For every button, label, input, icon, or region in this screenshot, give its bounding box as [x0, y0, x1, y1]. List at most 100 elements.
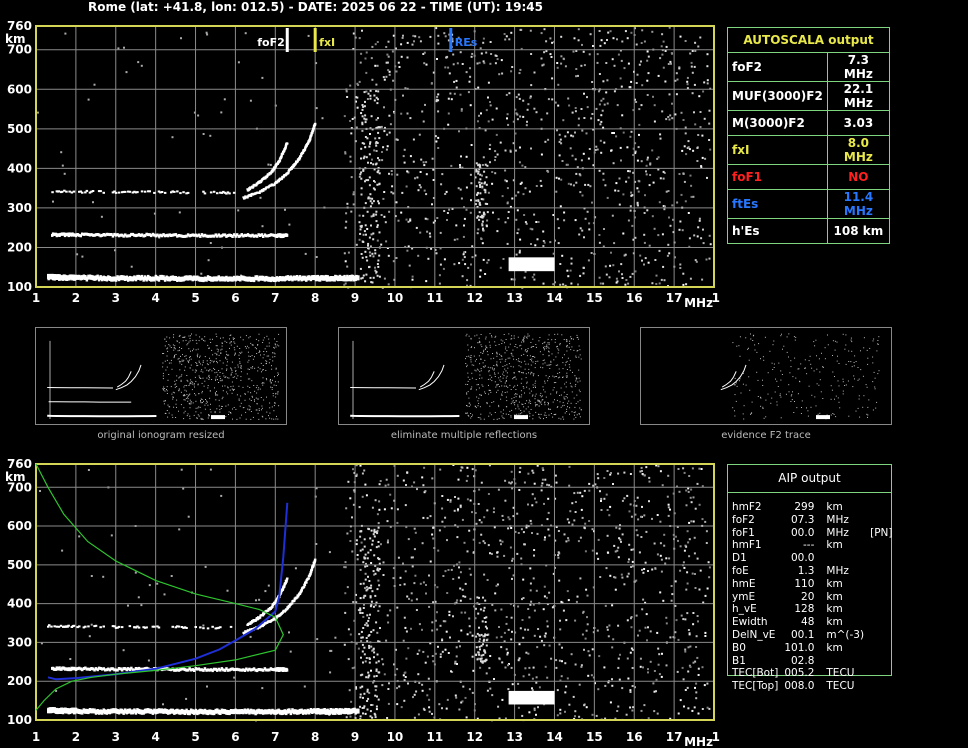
thumb-noise	[202, 402, 203, 404]
thumb-noise	[526, 351, 528, 353]
thumb-noise	[467, 344, 469, 346]
noise-dot	[691, 572, 694, 575]
thumb-noise	[181, 359, 183, 361]
trace-point	[298, 157, 302, 160]
thumb-noise	[535, 380, 537, 382]
noise-dot	[639, 665, 642, 668]
thumb-noise	[163, 400, 165, 402]
noise-dot	[696, 656, 699, 659]
noise-dot	[516, 209, 519, 212]
noise-dot	[626, 146, 629, 149]
noise-dot	[304, 252, 307, 255]
noise-dot	[574, 219, 577, 222]
noise-dot	[356, 554, 359, 556]
noise-dot	[377, 126, 380, 129]
thumb-noise	[525, 408, 527, 410]
thumb-noise	[263, 337, 265, 339]
noise-dot	[646, 156, 649, 159]
thumb-noise	[542, 354, 544, 356]
noise-dot	[363, 105, 366, 108]
noise-dot	[388, 73, 391, 76]
thumb-noise	[202, 360, 204, 362]
thumb-noise	[466, 393, 468, 395]
noise-dot	[626, 37, 629, 40]
thumb-noise	[508, 414, 510, 415]
thumb-noise	[466, 405, 468, 407]
thumb-noise	[830, 398, 832, 400]
thumb-noise	[489, 405, 491, 407]
thumb-noise	[204, 404, 206, 406]
noise-dot	[631, 667, 634, 669]
thumb-noise	[277, 372, 279, 374]
thumb-noise	[269, 407, 271, 409]
noise-dot	[570, 262, 573, 265]
noise-dot	[375, 118, 378, 121]
thumb-noise	[271, 387, 273, 388]
thumb-noise	[250, 392, 252, 394]
noise-dot	[518, 471, 521, 474]
noise-dot	[561, 660, 563, 663]
noise-dot	[577, 28, 580, 31]
thumb-noise	[182, 340, 184, 342]
thumb-noise	[189, 418, 191, 420]
thumb-noise	[505, 380, 507, 381]
thumb-noise	[199, 356, 200, 358]
thumb-noise	[835, 416, 837, 418]
noise-dot	[625, 279, 628, 281]
noise-dot	[529, 519, 532, 522]
thumb-noise	[474, 347, 475, 349]
thumb-noise	[542, 343, 544, 345]
noise-dot	[446, 55, 449, 58]
noise-dot	[603, 103, 606, 106]
noise-dot	[613, 544, 616, 547]
noise-dot	[466, 498, 469, 501]
noise-dot	[578, 683, 581, 686]
noise-dot	[502, 258, 505, 260]
thumb-noise	[518, 358, 520, 360]
thumb-noise	[466, 366, 468, 368]
trace-point	[281, 152, 285, 155]
thumb-noise	[756, 371, 758, 373]
thumb-noise	[547, 342, 549, 344]
thumb-noise	[776, 404, 778, 406]
thumb-noise	[526, 355, 528, 357]
noise-dot	[431, 477, 434, 480]
thumb-noise	[254, 347, 256, 349]
noise-dot	[421, 689, 424, 692]
thumb-noise	[220, 349, 222, 351]
thumb-noise	[257, 412, 259, 414]
noise-dot	[344, 282, 347, 285]
noise-dot	[422, 581, 425, 584]
noise-dot	[655, 283, 658, 285]
noise-dot	[87, 98, 90, 101]
noise-dot	[667, 190, 670, 192]
thumb-noise	[793, 412, 795, 413]
thumb-noise	[513, 397, 515, 399]
noise-dot	[546, 518, 549, 521]
thumb-noise	[734, 394, 736, 396]
thumb-noise	[743, 405, 745, 407]
noise-dot	[480, 521, 483, 524]
noise-dot	[52, 200, 54, 203]
noise-dot	[445, 190, 448, 193]
noise-dot	[630, 566, 633, 568]
noise-dot	[425, 63, 428, 66]
thumb-noise	[183, 399, 185, 401]
thumb-noise	[569, 366, 571, 368]
noise-dot	[573, 519, 576, 522]
noise-dot	[681, 666, 684, 669]
noise-dot	[441, 707, 443, 710]
thumb-noise	[222, 390, 224, 392]
thumb-noise	[211, 349, 213, 351]
noise-dot	[436, 95, 439, 98]
noise-dot	[372, 232, 375, 235]
thumb-noise	[525, 377, 527, 379]
noise-dot	[546, 112, 549, 115]
noise-dot	[666, 254, 669, 257]
thumb-noise	[196, 365, 198, 367]
trace-point	[176, 190, 179, 193]
noise-dot	[483, 542, 486, 545]
noise-dot	[562, 609, 565, 612]
noise-dot	[539, 179, 542, 182]
thumb-noise	[221, 406, 223, 407]
